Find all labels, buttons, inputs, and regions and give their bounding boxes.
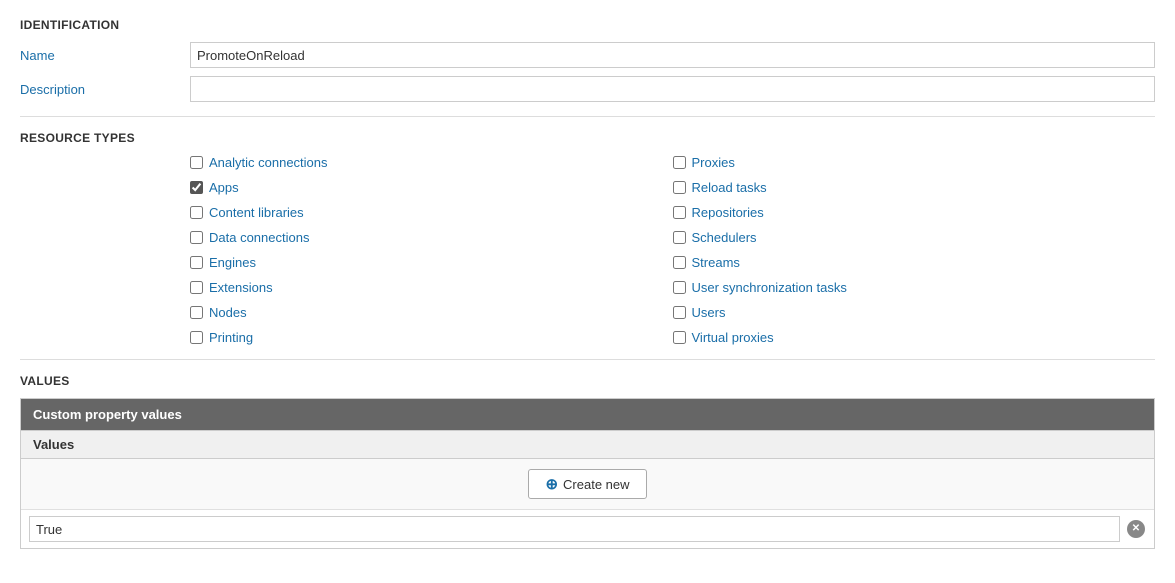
create-new-button[interactable]: ⊕ Create new <box>528 469 646 499</box>
value-input-row <box>21 509 1154 548</box>
checkbox-content-libraries[interactable]: Content libraries <box>190 205 673 220</box>
checkbox-schedulers[interactable]: Schedulers <box>673 230 1156 245</box>
checkbox-proxies-label: Proxies <box>692 155 735 170</box>
identification-section: IDENTIFICATION Name Description <box>20 18 1155 102</box>
checkbox-users-input[interactable] <box>673 306 686 319</box>
checkbox-repositories[interactable]: Repositories <box>673 205 1156 220</box>
checkbox-engines[interactable]: Engines <box>190 255 673 270</box>
checkbox-repositories-label: Repositories <box>692 205 764 220</box>
checkbox-apps-label: Apps <box>209 180 239 195</box>
checkboxes-container: Analytic connections Apps Content librar… <box>190 155 1155 345</box>
remove-value-button[interactable] <box>1126 519 1146 539</box>
checkbox-proxies[interactable]: Proxies <box>673 155 1156 170</box>
checkbox-virtual-proxies-label: Virtual proxies <box>692 330 774 345</box>
values-section: VALUES Custom property values Values ⊕ <box>20 374 1155 549</box>
checkbox-data-connections-label: Data connections <box>209 230 309 245</box>
checkbox-nodes-input[interactable] <box>190 306 203 319</box>
values-title: VALUES <box>20 374 1155 388</box>
name-label: Name <box>20 48 190 63</box>
identification-title: IDENTIFICATION <box>20 18 1155 32</box>
checkbox-proxies-input[interactable] <box>673 156 686 169</box>
description-input[interactable] <box>190 76 1155 102</box>
divider-2 <box>20 359 1155 360</box>
checkbox-reload-tasks-label: Reload tasks <box>692 180 767 195</box>
checkbox-printing-input[interactable] <box>190 331 203 344</box>
left-checkbox-column: Analytic connections Apps Content librar… <box>190 155 673 345</box>
remove-icon <box>1127 520 1145 538</box>
checkbox-analytic-connections-label: Analytic connections <box>209 155 328 170</box>
name-input[interactable] <box>190 42 1155 68</box>
checkbox-streams-label: Streams <box>692 255 740 270</box>
name-row: Name <box>20 42 1155 68</box>
checkbox-user-sync-tasks[interactable]: User synchronization tasks <box>673 280 1156 295</box>
checkbox-repositories-input[interactable] <box>673 206 686 219</box>
checkbox-extensions[interactable]: Extensions <box>190 280 673 295</box>
checkbox-user-sync-tasks-input[interactable] <box>673 281 686 294</box>
checkbox-reload-tasks[interactable]: Reload tasks <box>673 180 1156 195</box>
checkbox-virtual-proxies[interactable]: Virtual proxies <box>673 330 1156 345</box>
checkbox-printing[interactable]: Printing <box>190 330 673 345</box>
checkbox-users[interactable]: Users <box>673 305 1156 320</box>
checkbox-schedulers-label: Schedulers <box>692 230 757 245</box>
checkbox-engines-label: Engines <box>209 255 256 270</box>
table-column-header: Values <box>21 431 1155 459</box>
checkbox-virtual-proxies-input[interactable] <box>673 331 686 344</box>
checkbox-nodes-label: Nodes <box>209 305 247 320</box>
checkbox-analytic-connections-input[interactable] <box>190 156 203 169</box>
custom-property-table: Custom property values Values ⊕ Create n… <box>20 398 1155 549</box>
checkbox-reload-tasks-input[interactable] <box>673 181 686 194</box>
table-header: Custom property values <box>21 399 1155 431</box>
checkbox-printing-label: Printing <box>209 330 253 345</box>
page-content: IDENTIFICATION Name Description RESOURCE… <box>0 0 1175 567</box>
checkbox-streams[interactable]: Streams <box>673 255 1156 270</box>
right-checkbox-column: Proxies Reload tasks Repositories Schedu… <box>673 155 1156 345</box>
create-new-label: Create new <box>563 477 629 492</box>
checkbox-user-sync-tasks-label: User synchronization tasks <box>692 280 847 295</box>
checkbox-users-label: Users <box>692 305 726 320</box>
checkbox-data-connections-input[interactable] <box>190 231 203 244</box>
checkbox-extensions-input[interactable] <box>190 281 203 294</box>
checkbox-nodes[interactable]: Nodes <box>190 305 673 320</box>
checkbox-streams-input[interactable] <box>673 256 686 269</box>
checkbox-analytic-connections[interactable]: Analytic connections <box>190 155 673 170</box>
checkbox-data-connections[interactable]: Data connections <box>190 230 673 245</box>
checkbox-content-libraries-label: Content libraries <box>209 205 304 220</box>
checkbox-apps[interactable]: Apps <box>190 180 673 195</box>
resource-types-section: RESOURCE TYPES Analytic connections Apps… <box>20 131 1155 345</box>
checkbox-apps-input[interactable] <box>190 181 203 194</box>
checkbox-schedulers-input[interactable] <box>673 231 686 244</box>
checkbox-extensions-label: Extensions <box>209 280 273 295</box>
plus-circle-icon: ⊕ <box>545 475 558 493</box>
resource-types-title: RESOURCE TYPES <box>20 131 1155 145</box>
value-input[interactable] <box>29 516 1120 542</box>
create-new-row: ⊕ Create new <box>21 459 1154 509</box>
checkbox-content-libraries-input[interactable] <box>190 206 203 219</box>
checkbox-engines-input[interactable] <box>190 256 203 269</box>
divider-1 <box>20 116 1155 117</box>
description-row: Description <box>20 76 1155 102</box>
description-label: Description <box>20 82 190 97</box>
